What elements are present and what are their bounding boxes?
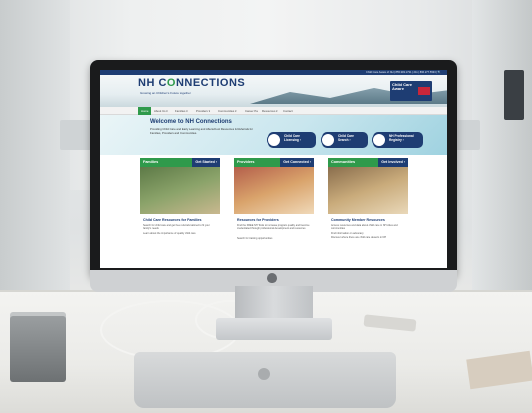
card-communities: Communities Get Involved › Community Mem… <box>328 158 408 268</box>
site-logo[interactable]: NH CONNECTIONS <box>138 77 245 89</box>
card-title[interactable]: Resources for Providers <box>237 218 279 222</box>
card-photo[interactable] <box>234 167 314 214</box>
laptop <box>134 352 396 408</box>
card-photo[interactable] <box>328 167 408 214</box>
card-bullet: Search for training opportunities <box>237 237 273 240</box>
background-wall-left <box>0 0 70 300</box>
checkmark-icon <box>267 133 281 147</box>
card-header-title: Providers <box>237 160 255 164</box>
card-bullet: Search for child care and get free refer… <box>143 224 210 231</box>
background-wall-right <box>472 0 532 300</box>
nav-item-about[interactable]: About Us ▾ <box>154 107 168 115</box>
flag-icon <box>418 87 430 95</box>
monitor-stand-foot <box>216 318 332 340</box>
monitor: Child Care Aware of NH | 855.393.1731 | … <box>90 60 457 278</box>
card-families: Families Get Started › Child Care Resour… <box>140 158 220 268</box>
nav-item-providers[interactable]: Providers ▾ <box>196 107 210 115</box>
card-cta-button[interactable]: Get Connected › <box>280 158 314 167</box>
card-bullet: Find the FREE NH Tools to increase progr… <box>237 224 310 231</box>
card-title[interactable]: Child Care Resources for Families <box>143 218 202 222</box>
card-bullet: Learn about the importance of quality ch… <box>143 232 196 235</box>
ccaware-label: Child Care Aware <box>392 82 413 91</box>
nav-item-career[interactable]: Career Pa <box>245 107 258 115</box>
card-bullet: Discover where there are child care dese… <box>331 236 387 239</box>
star-badge-icon <box>372 133 386 147</box>
apple-logo-icon <box>267 273 277 283</box>
nav-item-contact[interactable]: Contact <box>283 107 293 115</box>
card-header-title: Communities <box>331 160 356 164</box>
card-bullet: Find information on advocacy <box>331 232 364 235</box>
quick-link-licensing-label: Child Care Licensing › <box>284 134 301 142</box>
nav-item-resources[interactable]: Resources ▾ <box>262 107 278 115</box>
quick-link-search-label: Child Care Search › <box>338 134 354 142</box>
site-tagline: Growing an Children's Future together <box>140 91 191 95</box>
nav-item-home[interactable]: Home <box>138 107 152 115</box>
background-panel <box>504 70 524 120</box>
nav-item-families[interactable]: Families ▾ <box>175 107 188 115</box>
hero-body: Providing Child Care and Early Learning … <box>150 127 253 135</box>
quick-link-registry-label: NH Professional Registry › <box>389 134 414 142</box>
hero-title: Welcome to NH Connections <box>150 119 232 125</box>
nav-item-communities[interactable]: Communities ▾ <box>218 107 237 115</box>
monitor-screen: Child Care Aware of NH | 855.393.1731 | … <box>100 70 447 268</box>
card-photo[interactable] <box>140 167 220 214</box>
card-providers: Providers Get Connected › Resources for … <box>234 158 314 268</box>
card-cta-button[interactable]: Get Involved › <box>378 158 408 167</box>
card-header-title: Families <box>143 160 159 164</box>
card-bullet: Access resources and data about child ca… <box>331 224 398 231</box>
location-pin-icon <box>321 133 335 147</box>
card-cta-button[interactable]: Get Started › <box>192 158 220 167</box>
monitor-stand <box>235 286 313 320</box>
speaker <box>10 316 66 382</box>
card-title[interactable]: Community Member Resources <box>331 218 385 222</box>
laptop-logo-icon <box>258 368 270 380</box>
